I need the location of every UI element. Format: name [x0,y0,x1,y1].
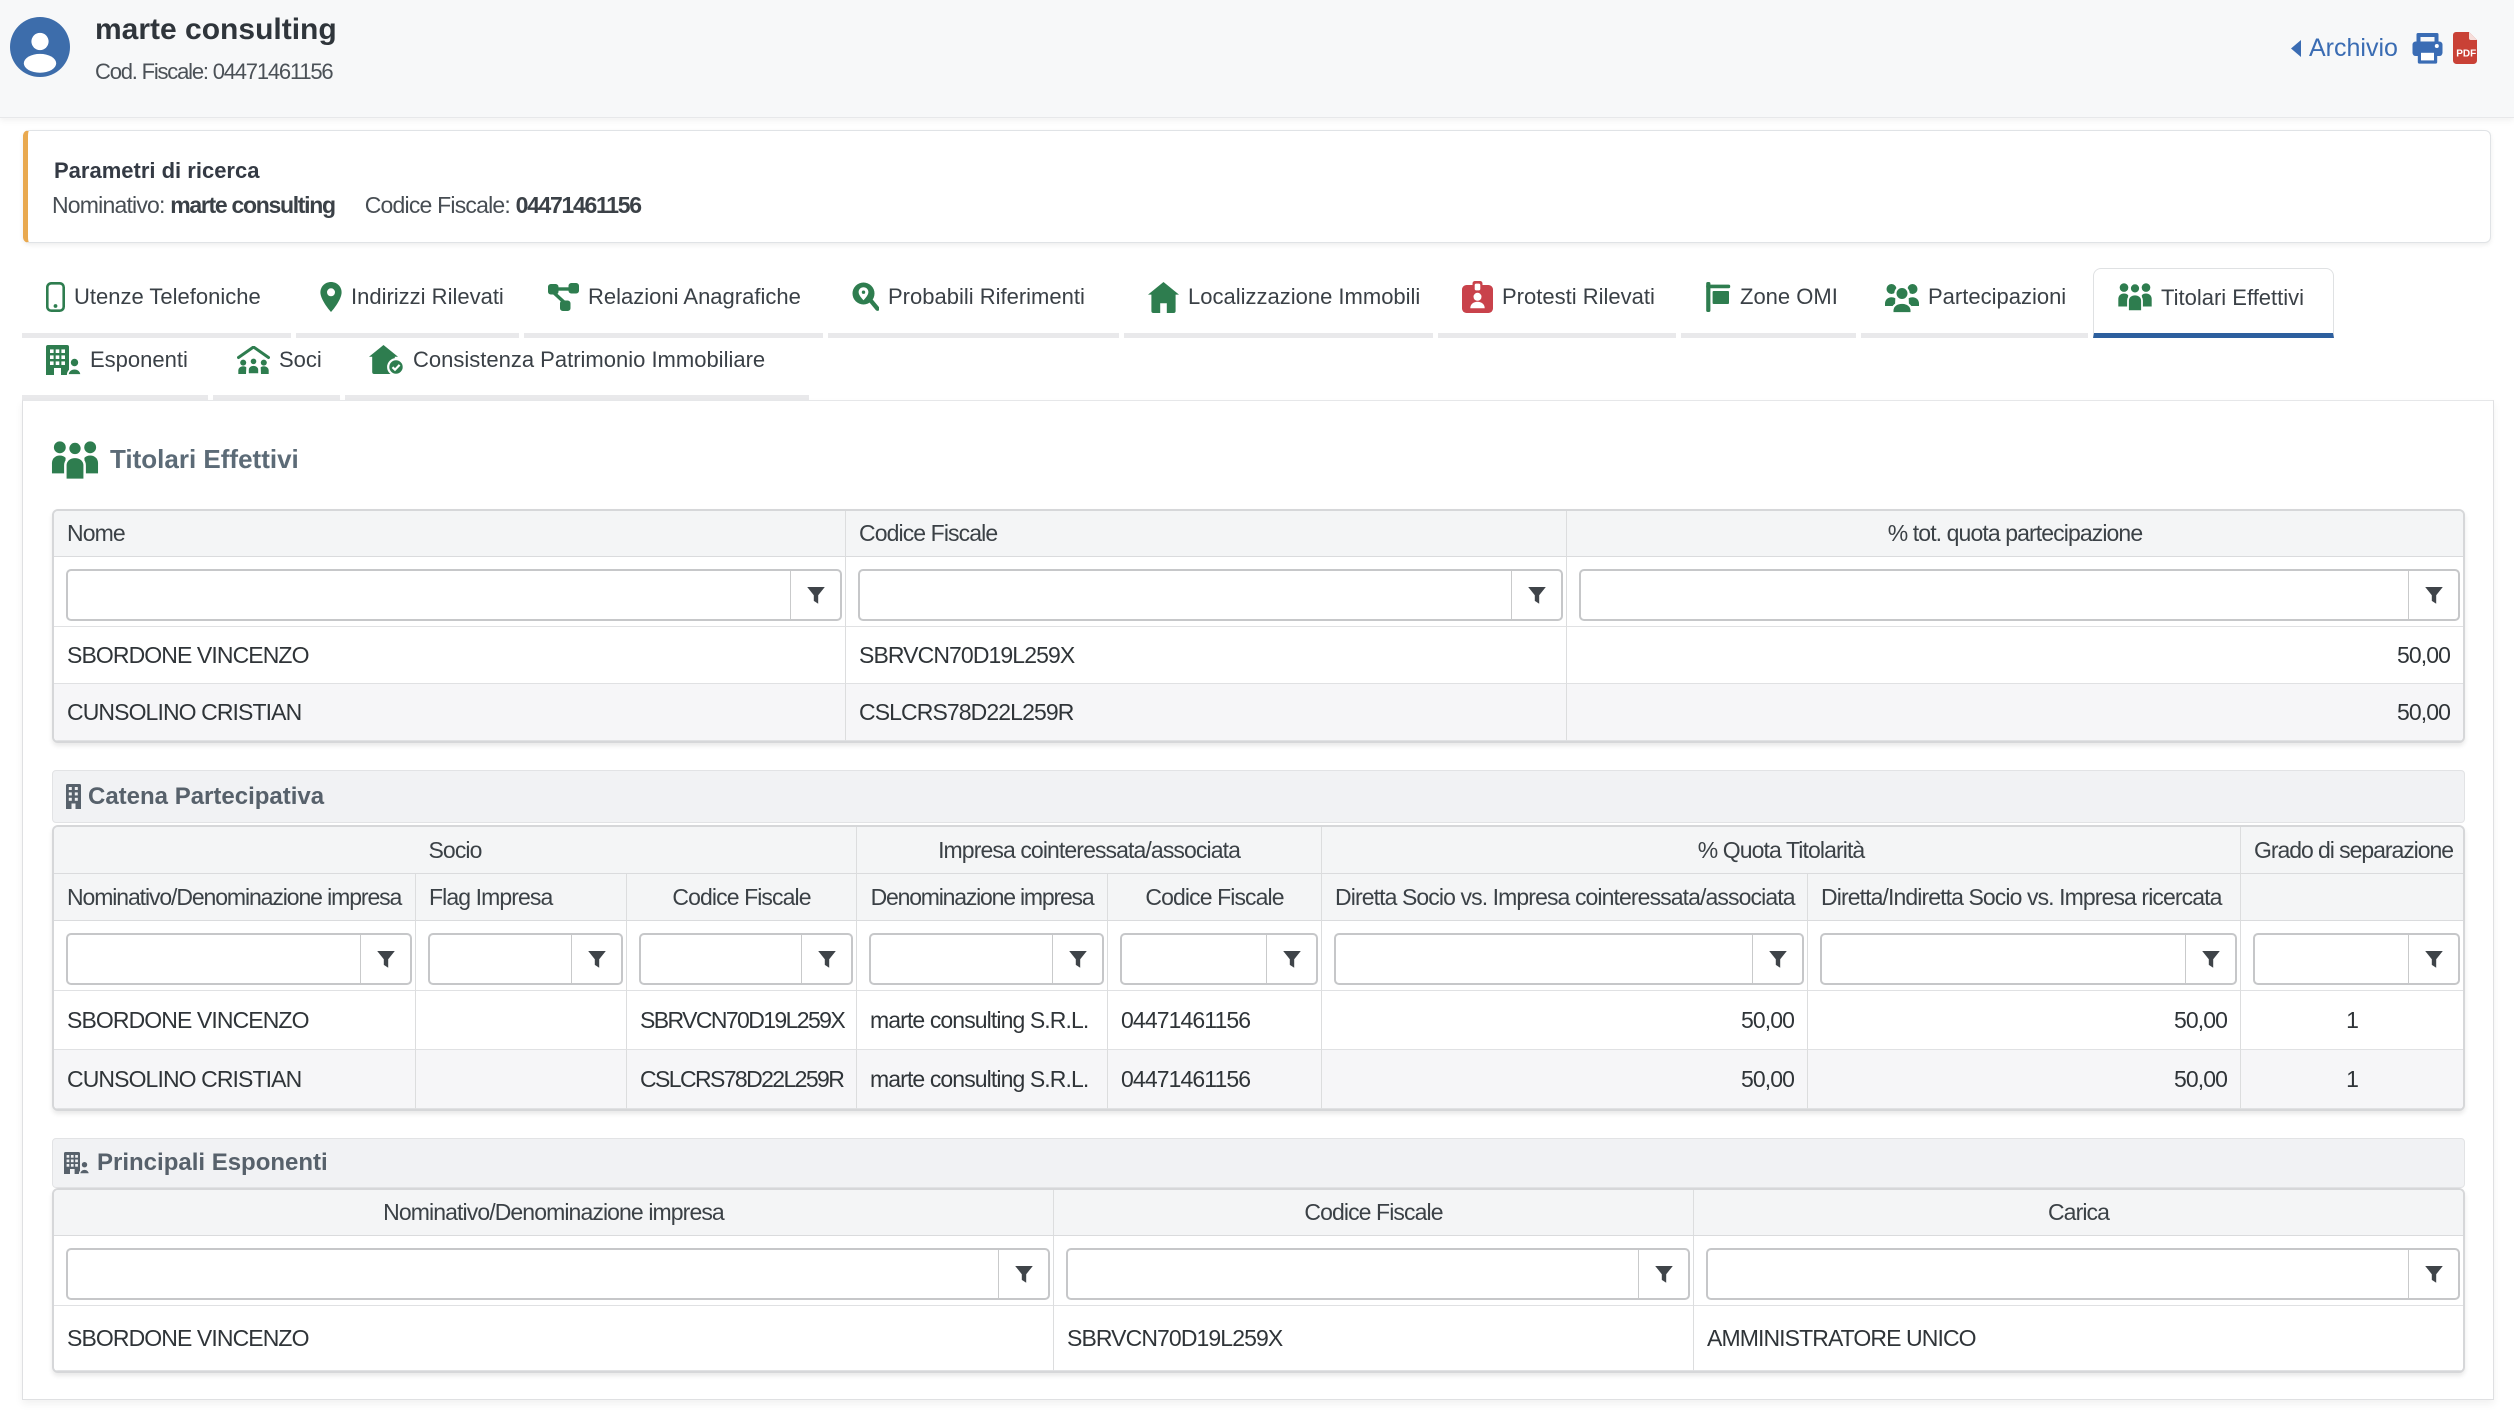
svg-text:PDF: PDF [2456,49,2476,60]
